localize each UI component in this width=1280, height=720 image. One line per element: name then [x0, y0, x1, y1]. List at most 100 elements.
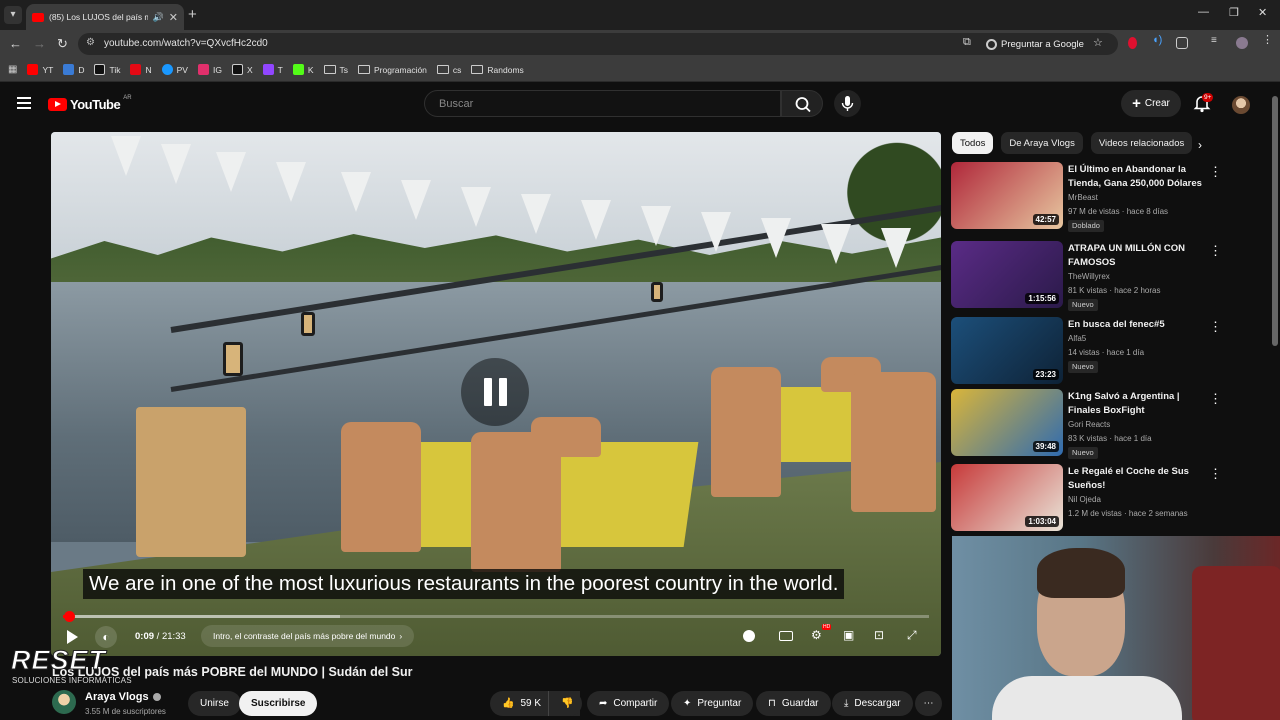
video-frame-pennant: [521, 194, 551, 234]
video-thumbnail[interactable]: 23:23: [951, 317, 1063, 384]
recommendation-title[interactable]: ATRAPA UN MILLÓN CON FAMOSOS: [1068, 242, 1208, 269]
search-button[interactable]: [781, 90, 823, 117]
bookmark-star-icon[interactable]: ☆: [1093, 36, 1103, 49]
settings-gear-icon[interactable]: ⚙: [811, 628, 822, 642]
bookmark-t[interactable]: T: [262, 64, 283, 75]
save-button[interactable]: ⊓ Guardar: [756, 691, 831, 716]
recommendation-item[interactable]: 23:23 En busca del fenec#5 Alfa5 14 vist…: [951, 317, 1222, 387]
bookmark-tik[interactable]: Tik: [94, 64, 120, 75]
more-actions-button[interactable]: ⋯: [915, 691, 942, 716]
progress-scrubber-handle[interactable]: [64, 611, 76, 622]
speaker-icon[interactable]: 🔊: [153, 12, 164, 23]
recommendation-item[interactable]: 39:48 K1ng Salvó a Argentina | Finales B…: [951, 389, 1222, 459]
back-button[interactable]: ←: [9, 36, 22, 51]
download-button[interactable]: ⤓ Descargar: [832, 691, 913, 716]
channel-avatar[interactable]: [52, 690, 76, 714]
recommendation-item[interactable]: 1:03:04 Le Regalé el Coche de Sus Sueños…: [951, 464, 1222, 534]
browser-menu-icon[interactable]: ⋮: [1262, 33, 1274, 46]
play-icon[interactable]: [67, 630, 78, 644]
close-tab-icon[interactable]: ✕: [169, 11, 178, 24]
bookmark-x[interactable]: X: [231, 64, 253, 75]
recommendation-meta: 1.2 M de vistas · hace 2 semanas: [1068, 509, 1188, 518]
share-button[interactable]: ➦ Compartir: [587, 691, 670, 716]
close-window-button[interactable]: ✕: [1258, 6, 1267, 19]
pause-overlay-icon[interactable]: [461, 358, 529, 426]
recommendation-title[interactable]: K1ng Salvó a Argentina | Finales BoxFigh…: [1068, 390, 1208, 417]
site-info-icon[interactable]: ⚙: [86, 37, 95, 48]
more-vertical-icon[interactable]: ⋮: [1209, 319, 1222, 335]
recommendation-channel[interactable]: Nil Ojeda: [1068, 495, 1101, 504]
chip-videos-relacionados[interactable]: Videos relacionados: [1090, 132, 1193, 154]
captions-icon[interactable]: [779, 631, 793, 641]
video-thumbnail[interactable]: 1:03:04: [951, 464, 1063, 531]
profile-avatar[interactable]: [1236, 37, 1248, 49]
subscribe-button[interactable]: Suscribirse: [239, 691, 318, 716]
active-browser-tab[interactable]: (85) Los LUJOS del país más POBRE del MU…: [26, 4, 184, 30]
menu-icon[interactable]: [17, 97, 31, 112]
video-thumbnail[interactable]: 1:15:56: [951, 241, 1063, 308]
recommendation-channel[interactable]: Gori Reacts: [1068, 420, 1110, 429]
media-controls-icon[interactable]: ≡: [1211, 35, 1223, 47]
chapter-button[interactable]: Intro, el contraste del país más pobre d…: [201, 625, 415, 647]
bookmark-folder-cs[interactable]: cs: [436, 65, 461, 75]
more-vertical-icon[interactable]: ⋮: [1209, 466, 1222, 482]
more-vertical-icon[interactable]: ⋮: [1209, 391, 1222, 407]
join-button[interactable]: Unirse: [188, 691, 241, 716]
bookmark-k[interactable]: K: [292, 64, 314, 75]
recommendation-item[interactable]: 1:15:56 ATRAPA UN MILLÓN CON FAMOSOS The…: [951, 241, 1222, 311]
ask-google-button[interactable]: Preguntar a Google: [986, 36, 1084, 52]
url-text[interactable]: youtube.com/watch?v=QXvcfHc2cd0: [104, 38, 268, 49]
extensions-puzzle-icon[interactable]: [1176, 37, 1188, 49]
ask-button[interactable]: ✦ Preguntar: [671, 691, 754, 716]
folder-icon: [436, 65, 449, 74]
cast-icon[interactable]: ⊡: [874, 628, 884, 642]
install-app-icon[interactable]: ⧉: [963, 36, 971, 49]
tab-search-button[interactable]: ▾: [4, 6, 22, 24]
recommendation-channel[interactable]: Alfa5: [1068, 334, 1086, 343]
bookmark-d[interactable]: D: [63, 64, 84, 75]
create-button[interactable]: + Crear: [1121, 90, 1181, 117]
recommendation-title[interactable]: En busca del fenec#5: [1068, 318, 1208, 332]
bookmark-folder-ts[interactable]: Ts: [323, 65, 348, 75]
bookmark-folder-randoms[interactable]: Randoms: [471, 65, 524, 75]
video-thumbnail[interactable]: 42:57: [951, 162, 1063, 229]
more-vertical-icon[interactable]: ⋮: [1209, 164, 1222, 180]
forward-button[interactable]: →: [33, 36, 46, 51]
new-tab-button[interactable]: +: [188, 6, 197, 23]
video-thumbnail[interactable]: 39:48: [951, 389, 1063, 456]
reload-button[interactable]: ↻: [57, 36, 68, 52]
bookmark-ig[interactable]: IG: [197, 64, 222, 75]
bookmark-yt[interactable]: YT: [27, 64, 53, 75]
account-avatar[interactable]: [1232, 96, 1250, 114]
recommendation-title[interactable]: El Último en Abandonar la Tienda, Gana 2…: [1068, 163, 1208, 190]
bookmark-n[interactable]: N: [130, 64, 152, 75]
video-player[interactable]: We are in one of the most luxurious rest…: [51, 132, 941, 656]
miniplayer-icon[interactable]: ▣: [843, 628, 854, 642]
autoplay-toggle-icon[interactable]: [743, 630, 755, 642]
bookmark-pv[interactable]: PV: [161, 64, 188, 75]
extension-sound-icon[interactable]: ◖): [1152, 34, 1164, 46]
voice-search-button[interactable]: [834, 90, 861, 117]
chip-todos[interactable]: Todos: [952, 132, 994, 154]
bookmark-label: X: [246, 64, 253, 75]
chevron-right-icon[interactable]: ›: [1198, 138, 1202, 152]
recommendation-item[interactable]: 42:57 El Último en Abandonar la Tienda, …: [951, 162, 1222, 232]
search-input[interactable]: Buscar: [424, 90, 781, 117]
recommendation-channel[interactable]: MrBeast: [1068, 193, 1098, 202]
channel-name[interactable]: Araya Vlogs: [85, 691, 161, 703]
bookmark-folder-programacion[interactable]: Programación: [358, 65, 427, 75]
page-scrollbar[interactable]: [1272, 96, 1278, 346]
dislike-button[interactable]: 👎: [548, 691, 582, 716]
restore-window-button[interactable]: ❐: [1229, 6, 1239, 19]
recommendation-channel[interactable]: TheWillyrex: [1068, 272, 1110, 281]
address-bar[interactable]: ⚙ youtube.com/watch?v=QXvcfHc2cd0 ⧉ Preg…: [78, 33, 1118, 55]
chip-de-araya-vlogs[interactable]: De Araya Vlogs: [1001, 132, 1083, 154]
more-vertical-icon[interactable]: ⋮: [1209, 243, 1222, 259]
minimize-window-button[interactable]: —: [1198, 6, 1209, 18]
progress-bar[interactable]: [63, 611, 929, 622]
fullscreen-icon[interactable]: ⤢: [907, 628, 917, 643]
extension-record-icon[interactable]: [1128, 37, 1137, 49]
apps-grid-icon[interactable]: ▦: [8, 64, 17, 75]
recommendation-title[interactable]: Le Regalé el Coche de Sus Sueños!: [1068, 465, 1208, 492]
youtube-logo[interactable]: YouTube AR: [48, 95, 132, 112]
